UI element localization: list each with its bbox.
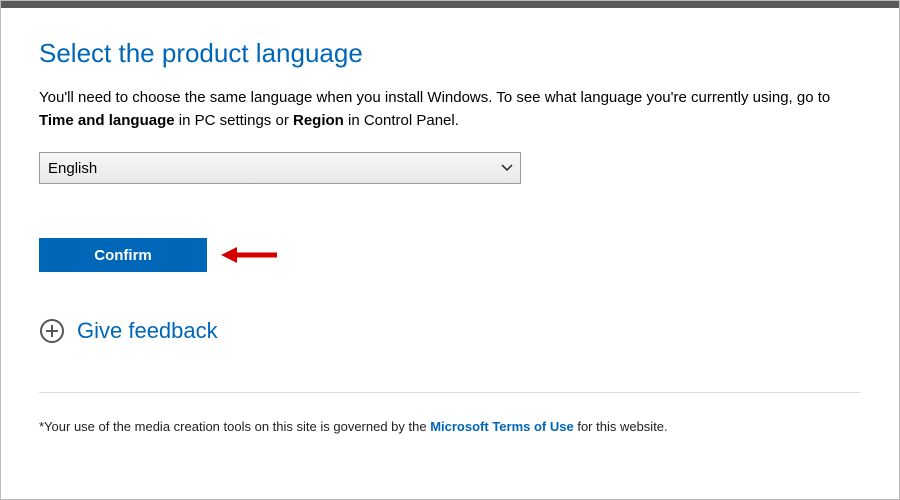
desc-part1: You'll need to choose the same language … bbox=[39, 89, 830, 106]
page-title: Select the product language bbox=[39, 38, 861, 69]
top-bar bbox=[1, 1, 899, 8]
instruction-text: You'll need to choose the same language … bbox=[39, 87, 859, 132]
confirm-row: Confirm bbox=[39, 238, 861, 272]
plus-circle-icon bbox=[39, 318, 65, 344]
desc-bold-time-language: Time and language bbox=[39, 112, 175, 129]
footer-suffix: for this website. bbox=[574, 419, 668, 434]
arrow-annotation-icon bbox=[219, 243, 279, 267]
footer-prefix: *Your use of the media creation tools on… bbox=[39, 419, 430, 434]
desc-part3: in Control Panel. bbox=[344, 112, 459, 129]
main-content: Select the product language You'll need … bbox=[1, 8, 899, 344]
give-feedback-link[interactable]: Give feedback bbox=[77, 318, 218, 344]
divider bbox=[39, 392, 861, 393]
confirm-button[interactable]: Confirm bbox=[39, 238, 207, 272]
desc-part2: in PC settings or bbox=[175, 112, 293, 129]
desc-bold-region: Region bbox=[293, 112, 344, 129]
footer-text: *Your use of the media creation tools on… bbox=[1, 419, 899, 434]
feedback-row: Give feedback bbox=[39, 318, 861, 344]
terms-of-use-link[interactable]: Microsoft Terms of Use bbox=[430, 419, 574, 434]
language-select[interactable]: English bbox=[39, 152, 521, 184]
language-select-wrapper: English bbox=[39, 152, 521, 184]
